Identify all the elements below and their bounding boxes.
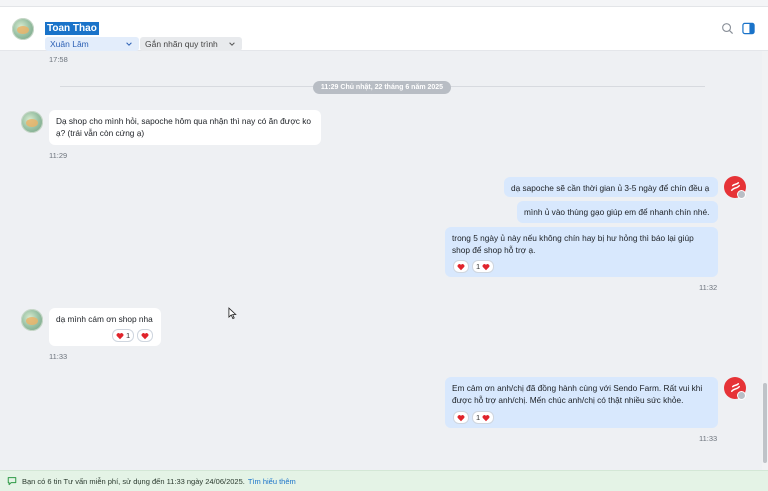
reaction-count-badge[interactable]: 1	[472, 260, 495, 273]
message-reactions: 1	[112, 329, 154, 342]
heart-icon	[482, 414, 490, 422]
assignee-label: Xuân Lâm	[50, 39, 89, 49]
react-heart-button[interactable]	[453, 260, 469, 273]
reaction-count: 1	[476, 413, 481, 422]
react-heart-button[interactable]	[453, 411, 469, 424]
top-strip	[0, 0, 768, 7]
outgoing-message[interactable]: mình ủ vào thùng gạo giúp em để nhanh ch…	[517, 201, 718, 223]
message-reactions: 1	[453, 260, 495, 273]
banner-text: Bạn có 6 tin Tư vấn miễn phí, sử dụng đế…	[22, 476, 245, 486]
chat-bubble-icon	[7, 477, 17, 486]
heart-icon	[116, 332, 124, 340]
incoming-message[interactable]: Dạ shop cho mình hỏi, sapoche hôm qua nh…	[49, 110, 321, 145]
date-divider: 11:29 Chủ nhật, 22 tháng 6 năm 2025	[313, 81, 451, 94]
process-tag-dropdown[interactable]: Gắn nhãn quy trình	[140, 37, 242, 51]
message-time: 17:58	[49, 55, 68, 64]
mouse-cursor-icon	[228, 307, 237, 320]
message-text: dạ sapoche sẽ cần thời gian ủ 3-5 ngày đ…	[511, 183, 710, 193]
learn-more-link[interactable]: Tìm hiểu thêm	[248, 477, 296, 486]
message-text: mình ủ vào thùng gạo giúp em để nhanh ch…	[524, 207, 710, 217]
chat-header: Toan Thao Xuân Lâm Gắn nhãn quy trình	[0, 7, 768, 51]
outgoing-message[interactable]: dạ sapoche sẽ cần thời gian ủ 3-5 ngày đ…	[504, 177, 718, 197]
message-text: dạ mình cám ơn shop nha	[56, 314, 153, 324]
side-panel-icon[interactable]	[742, 22, 755, 35]
message-text: Dạ shop cho mình hỏi, sapoche hôm qua nh…	[56, 116, 311, 138]
shop-status-badge	[737, 391, 746, 400]
free-consult-banner: Bạn có 6 tin Tư vấn miễn phí, sử dụng đế…	[0, 470, 768, 491]
message-reactions: 1	[453, 411, 495, 424]
reaction-count-badge[interactable]: 1	[472, 411, 495, 424]
shop-status-badge	[737, 190, 746, 199]
heart-icon	[457, 414, 465, 422]
reaction-count: 1	[126, 331, 131, 340]
customer-avatar[interactable]	[21, 309, 43, 331]
reaction-count-badge[interactable]: 1	[112, 329, 135, 342]
message-time: 11:33	[49, 352, 68, 361]
message-time: 11:32	[699, 283, 718, 292]
message-time: 11:33	[699, 434, 718, 443]
heart-icon	[457, 263, 465, 271]
chevron-down-icon	[229, 42, 235, 46]
tag-label: Gắn nhãn quy trình	[145, 39, 218, 49]
conversation-scrollbar[interactable]	[762, 51, 768, 470]
scrollbar-thumb[interactable]	[763, 383, 767, 463]
customer-name[interactable]: Toan Thao	[45, 22, 99, 35]
assignee-dropdown[interactable]: Xuân Lâm	[45, 37, 139, 51]
heart-icon	[141, 332, 149, 340]
message-text: Em cảm ơn anh/chị đã đồng hành cùng với …	[452, 383, 703, 405]
heart-icon	[482, 263, 490, 271]
customer-avatar[interactable]	[21, 111, 43, 133]
customer-avatar[interactable]	[12, 18, 34, 40]
search-icon[interactable]	[721, 22, 734, 35]
chevron-down-icon	[126, 42, 132, 46]
reaction-count: 1	[476, 262, 481, 271]
message-time: 11:29	[49, 151, 68, 160]
react-heart-button[interactable]	[137, 329, 154, 342]
date-divider-label: 11:29 Chủ nhật, 22 tháng 6 năm 2025	[320, 84, 444, 91]
message-text: trong 5 ngày ủ này nếu không chín hay bị…	[452, 233, 694, 255]
